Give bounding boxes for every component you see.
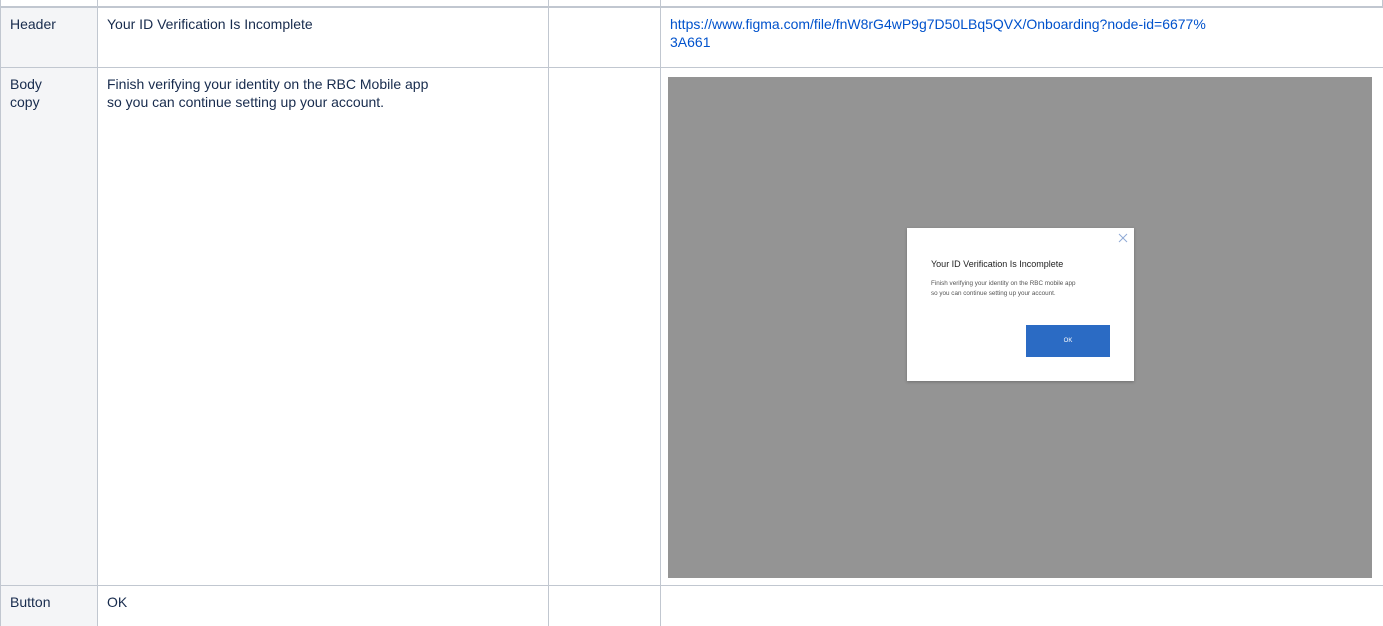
header-notes [548, 7, 661, 68]
body-copy-line2: so you can continue setting up your acco… [107, 94, 385, 110]
figma-link-line1: https://www.figma.com/file/fnW8rG4wP9g7D… [670, 16, 1206, 32]
dialog-body-line1: Finish verifying your identity on the RB… [931, 280, 1076, 287]
modal-dialog: Your ID Verification Is Incomplete Finis… [907, 228, 1134, 381]
table-row-button: Button OK [0, 585, 1383, 626]
body-copy-notes [548, 67, 661, 586]
button-text: OK [97, 585, 549, 626]
close-icon[interactable] [1117, 232, 1129, 244]
header-text: Your ID Verification Is Incomplete [97, 7, 549, 68]
body-copy-line1: Finish verifying your identity on the RB… [107, 76, 429, 92]
body-copy-text: Finish verifying your identity on the RB… [97, 67, 549, 586]
row-label-body-copy: Body copy [0, 67, 98, 586]
figma-link-cell: https://www.figma.com/file/fnW8rG4wP9g7D… [660, 7, 1383, 68]
spec-page: Header Your ID Verification Is Incomplet… [0, 0, 1383, 626]
table-row-header: Header Your ID Verification Is Incomplet… [0, 7, 1383, 68]
figma-link-line2: 3A661 [670, 34, 711, 50]
mockup-backdrop: Your ID Verification Is Incomplete Finis… [668, 77, 1372, 578]
row-label-button: Button [0, 585, 98, 626]
row-label-body-line2: copy [10, 94, 40, 110]
dialog-body-line2: so you can continue setting up your acco… [931, 290, 1056, 297]
button-notes [548, 585, 661, 626]
button-preview [660, 585, 1383, 626]
preview-cell: Your ID Verification Is Incomplete Finis… [660, 67, 1383, 586]
table-top-edge [0, 0, 1383, 7]
row-label-body-line1: Body [10, 76, 42, 92]
ok-button[interactable]: OK [1026, 325, 1110, 357]
row-label-header: Header [0, 7, 98, 68]
table-row-body-copy: Body copy Finish verifying your identity… [0, 67, 1383, 586]
spec-table: Header Your ID Verification Is Incomplet… [0, 7, 1383, 626]
figma-link[interactable]: https://www.figma.com/file/fnW8rG4wP9g7D… [670, 15, 1374, 51]
dialog-body: Finish verifying your identity on the RB… [931, 279, 1115, 299]
dialog-title: Your ID Verification Is Incomplete [931, 259, 1064, 269]
